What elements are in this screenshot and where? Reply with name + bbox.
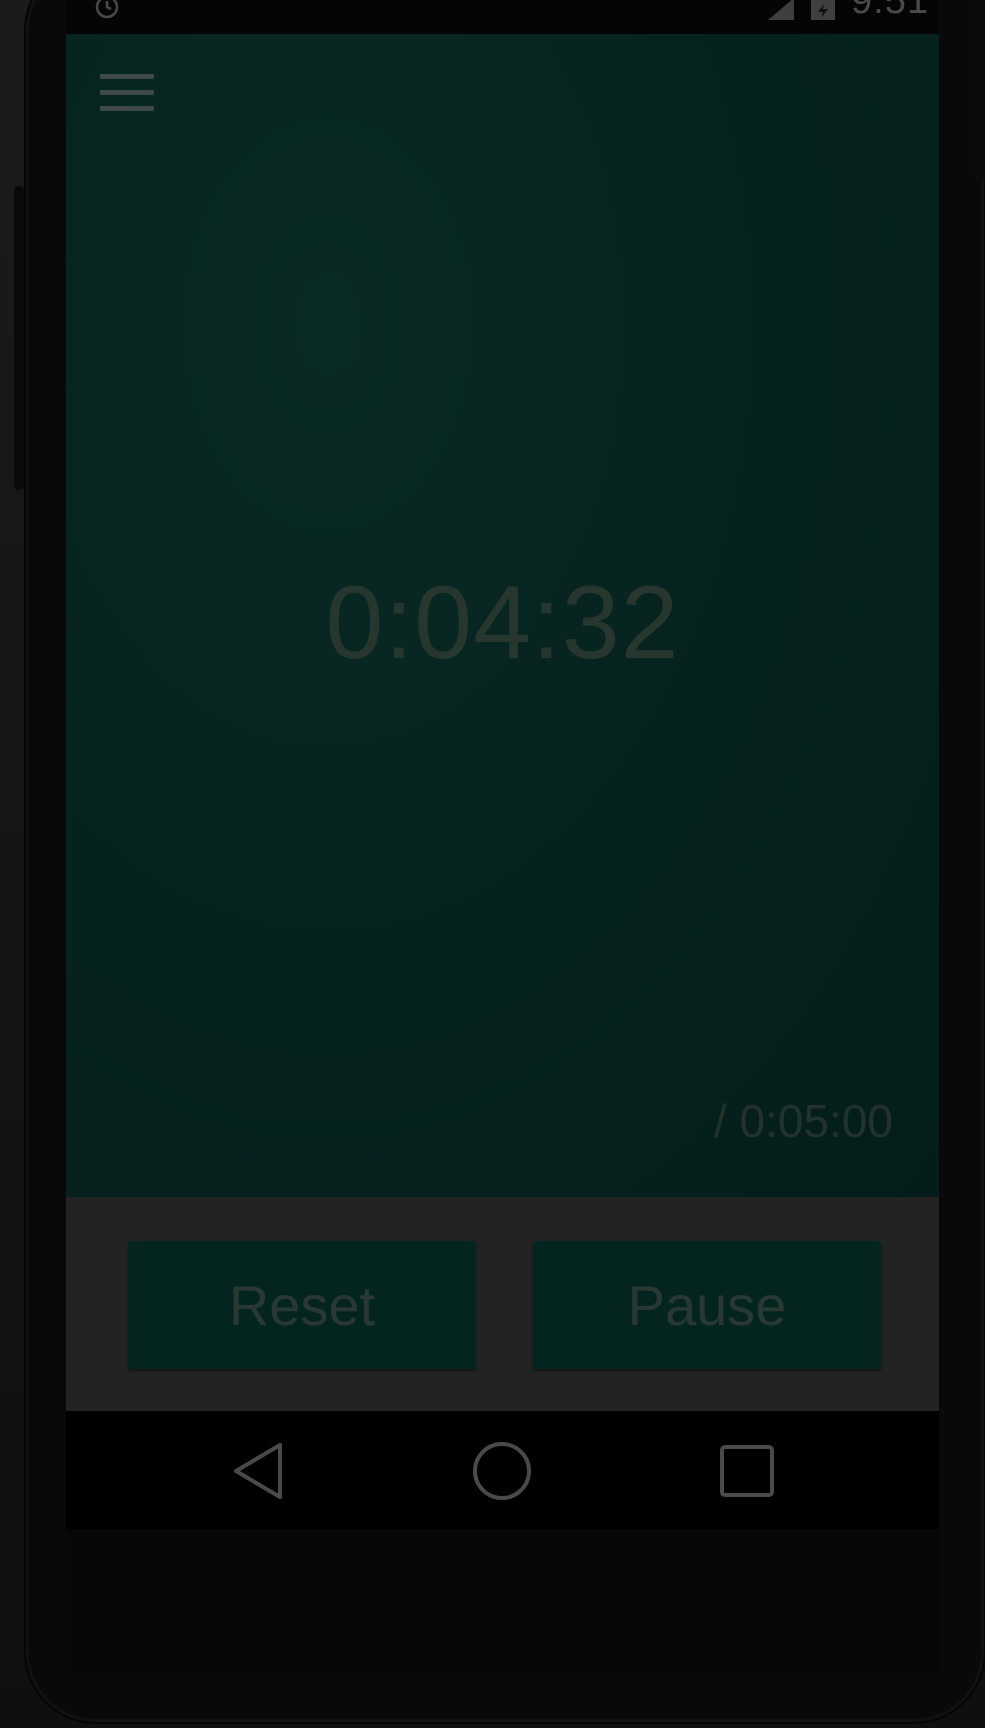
menu-line [100, 106, 154, 111]
menu-line [100, 74, 154, 79]
menu-line [100, 90, 154, 95]
signal-icon [768, 0, 794, 20]
phone-right-edge [975, 0, 985, 180]
alarm-icon [95, 0, 119, 19]
reset-button[interactable]: Reset [128, 1241, 476, 1369]
total-time: / 0:05:00 [713, 1095, 893, 1147]
device-stage: 9:51 0:04:32 / 0:05:00 Reset Pause [0, 0, 985, 1728]
recents-icon[interactable] [718, 1441, 776, 1501]
status-bar: 9:51 [66, 0, 939, 34]
phone-chin [66, 1529, 939, 1679]
elapsed-time: 0:04:32 [325, 565, 680, 681]
status-clock: 9:51 [851, 0, 929, 22]
home-icon[interactable] [470, 1441, 534, 1501]
action-bar: Reset Pause [66, 1197, 939, 1411]
back-icon[interactable] [228, 1441, 288, 1501]
phone-side-button [14, 186, 24, 490]
battery-icon [811, 0, 835, 20]
pause-button[interactable]: Pause [533, 1241, 881, 1369]
timer-screen: 0:04:32 / 0:05:00 [66, 34, 939, 1197]
system-navigation-bar [66, 1411, 939, 1529]
hamburger-menu-icon[interactable] [100, 74, 154, 114]
